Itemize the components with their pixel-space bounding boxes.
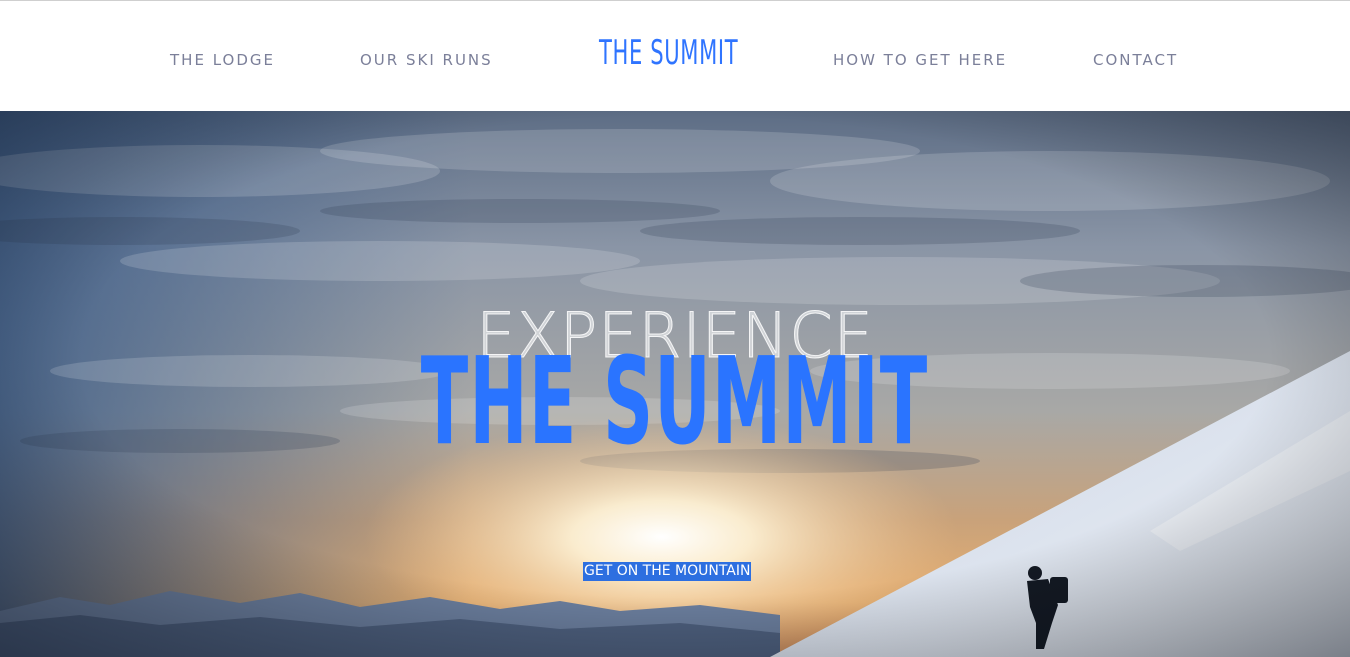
hero-section: EXPERIENCE THE SUMMIT GET ON THE MOUNTAI… xyxy=(0,111,1350,657)
nav-link-the-lodge[interactable]: THE LODGE xyxy=(170,51,275,69)
nav-link-how-to-get-here[interactable]: HOW TO GET HERE xyxy=(833,51,1007,69)
hero-title: THE SUMMIT xyxy=(0,333,1350,472)
hero-title-text: THE SUMMIT xyxy=(421,333,929,472)
get-on-the-mountain-button[interactable]: GET ON THE MOUNTAIN xyxy=(583,562,752,581)
site-logo[interactable]: THE SUMMIT xyxy=(599,33,738,73)
site-header: THE LODGE OUR SKI RUNS THE SUMMIT HOW TO… xyxy=(0,1,1350,111)
nav-link-contact[interactable]: CONTACT xyxy=(1093,51,1178,69)
nav-link-our-ski-runs[interactable]: OUR SKI RUNS xyxy=(360,51,493,69)
